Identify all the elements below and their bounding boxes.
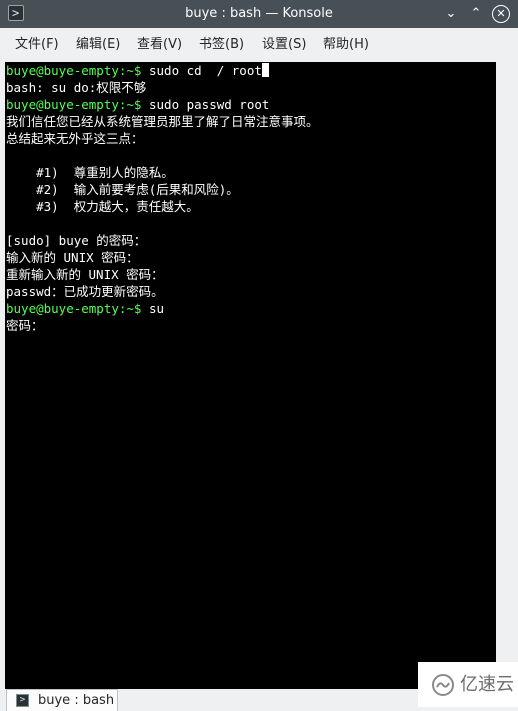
terminal-output[interactable]: buye@buye-empty:~$ sudo cd / root bash: s… [5,62,496,689]
terminal-icon: > [16,694,29,707]
terminal-line-text: #1) 尊重别人的隐私。 [6,165,174,180]
terminal-line-text: 重新输入新的 UNIX 密码： [6,267,164,282]
terminal-line-text: su [149,301,165,316]
terminal-line: 密码： [6,317,319,334]
terminal-line-text: 我们信任您已经从系统管理员那里了解了日常注意事项。 [6,114,319,129]
terminal-lines: buye@buye-empty:~$ sudo cd / root bash: s… [6,62,319,334]
menu-file[interactable]: 文件(F) [15,28,59,62]
terminal-line: buye@buye-empty:~$ sudo cd / root [6,62,319,79]
terminal-line: 重新输入新的 UNIX 密码： [6,266,319,283]
title-bar: > buye : bash — Konsole ⌄ ⌃ ✕ [0,0,518,28]
terminal-line-text: sudo cd / root [149,63,262,78]
close-icon[interactable]: ✕ [492,5,510,23]
terminal-line: #1) 尊重别人的隐私。 [6,164,319,181]
terminal-line-text: #2) 输入前要考虑(后果和风险)。 [6,182,239,197]
shell-prompt: buye@buye-empty:~$ [6,301,149,316]
terminal-line-text: bash: su do:权限不够 [6,80,147,95]
menu-view[interactable]: 查看(V) [137,28,182,62]
menu-bookmarks[interactable]: 书签(B) [199,28,244,62]
menu-settings[interactable]: 设置(S) [262,28,306,62]
terminal-line: 总结起来无外乎这三点： [6,130,319,147]
terminal-line: 输入新的 UNIX 密码： [6,249,319,266]
terminal-line: #3) 权力越大，责任越大。 [6,198,319,215]
terminal-line: #2) 输入前要考虑(后果和风险)。 [6,181,319,198]
window-title: buye : bash — Konsole [185,6,333,21]
terminal-line-text: 总结起来无外乎这三点： [6,131,144,146]
terminal-line: buye@buye-empty:~$ su [6,300,319,317]
terminal-line-text: 输入新的 UNIX 密码： [6,250,139,265]
menu-help[interactable]: 帮助(H) [323,28,369,62]
watermark-text: 亿速云 [460,674,514,695]
terminal-scrollbar[interactable] [496,62,518,689]
shell-prompt: buye@buye-empty:~$ [6,97,149,112]
terminal-line: passwd：已成功更新密码。 [6,283,319,300]
terminal-line-text: #3) 权力越大，责任越大。 [6,199,199,214]
menu-edit[interactable]: 编辑(E) [76,28,120,62]
terminal-line-text: [sudo] buye 的密码： [6,233,147,248]
minimize-icon[interactable]: ⌄ [442,5,460,23]
terminal-line: [sudo] buye 的密码： [6,232,319,249]
maximize-icon[interactable]: ⌃ [467,5,485,23]
watermark: 亿速云 [418,662,518,707]
terminal-line: 我们信任您已经从系统管理员那里了解了日常注意事项。 [6,113,319,130]
terminal-line-text: sudo passwd root [149,97,270,112]
terminal-line: buye@buye-empty:~$ sudo passwd root [6,96,319,113]
tab-label: buye : bash [38,693,115,708]
menu-bar: 文件(F) 编辑(E) 查看(V) 书签(B) 设置(S) 帮助(H) [0,28,518,62]
text-cursor [261,63,269,77]
terminal-line: bash: su do:权限不够 [6,79,319,96]
shell-prompt: buye@buye-empty:~$ [6,63,149,78]
tab-buye-bash[interactable]: > buye : bash [6,689,118,711]
terminal-line-text: 密码： [6,318,44,333]
cloud-logo-icon [432,674,454,696]
terminal-line-text: passwd：已成功更新密码。 [6,284,164,299]
